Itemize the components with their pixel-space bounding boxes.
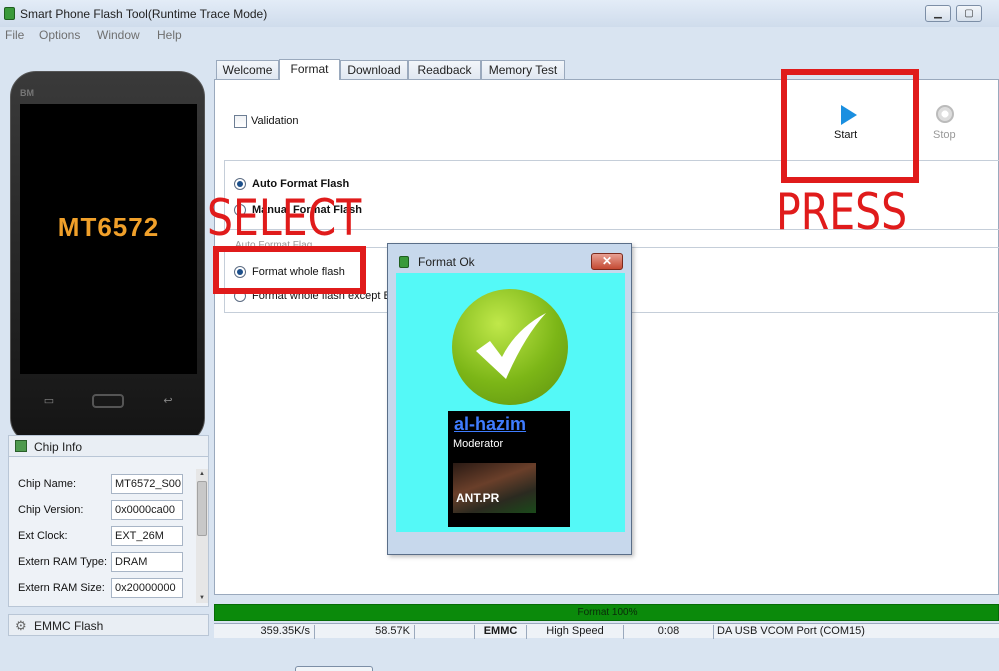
status-port: DA USB VCOM Port (COM15) (717, 625, 865, 637)
dialog-close-button[interactable]: ✕ (591, 253, 623, 270)
stop-label: Stop (933, 129, 956, 141)
ram-type-field[interactable]: DRAM (111, 552, 183, 572)
chip-version-label: Chip Version: (18, 504, 84, 516)
stop-button[interactable]: Stop (929, 102, 969, 142)
ram-size-field[interactable]: 0x20000000 (111, 578, 183, 598)
chip-info-scrollbar[interactable]: ▲ ▼ (196, 469, 208, 603)
emmc-flash-header[interactable]: ⚙ EMMC Flash (8, 614, 209, 636)
gear-icon: ⚙ (15, 618, 27, 633)
status-bar: 359.35K/s 58.57K EMMC High Speed 0:08 DA… (214, 623, 999, 639)
chip-icon (15, 440, 27, 452)
back-key-icon: ↩ (163, 395, 173, 407)
emmc-flash-title: EMMC Flash (34, 619, 104, 633)
chip-info-title: Chip Info (34, 440, 83, 454)
minimize-button[interactable]: ▁ (925, 5, 951, 22)
tab-memory-test[interactable]: Memory Test (481, 60, 565, 80)
taskbar-button[interactable] (295, 666, 373, 671)
window-title: Smart Phone Flash Tool(Runtime Trace Mod… (20, 7, 268, 21)
success-check-icon (452, 289, 568, 405)
progress-text: Format 100% (577, 607, 638, 618)
format-ok-dialog: Format Ok ✕ al-hazim Moderator ANT.PR (387, 243, 632, 555)
status-time: 0:08 (624, 625, 714, 639)
menu-bar: File Options Window Help (0, 27, 999, 45)
home-key-icon (92, 394, 124, 408)
progress-bar: Format 100% (214, 604, 999, 621)
tab-format[interactable]: Format (279, 59, 340, 80)
phone-screen: MT6572 (20, 104, 197, 374)
dialog-body: al-hazim Moderator ANT.PR (396, 273, 625, 532)
scroll-up-icon[interactable]: ▲ (196, 469, 208, 479)
chip-version-field[interactable]: 0x0000ca00 (111, 500, 183, 520)
scrollbar-thumb[interactable] (197, 481, 207, 536)
select-annotation: SELECT (207, 189, 362, 247)
dialog-title: Format Ok (418, 255, 475, 269)
app-icon (4, 7, 15, 20)
menu-window[interactable]: Window (97, 28, 140, 42)
status-size: 58.57K (315, 625, 415, 639)
ext-clock-label: Ext Clock: (18, 530, 68, 542)
select-highlight-box (213, 246, 366, 294)
maximize-button[interactable]: ▢ (956, 5, 982, 22)
chip-info-panel: Chip Name: MT6572_S00 Chip Version: 0x00… (8, 457, 209, 607)
ram-type-label: Extern RAM Type: (18, 556, 108, 568)
status-empty (415, 625, 475, 639)
stop-icon (936, 105, 954, 123)
signature-avatar-text: ANT.PR (456, 491, 500, 505)
chip-info-header[interactable]: Chip Info (8, 435, 209, 457)
press-annotation: PRESS (776, 183, 908, 241)
menu-key-icon: ▭ (43, 395, 55, 407)
checkmark-icon (476, 313, 546, 379)
validation-label: Validation (251, 115, 299, 127)
validation-checkbox[interactable] (234, 115, 247, 128)
status-usb-speed: High Speed (527, 625, 624, 639)
menu-options[interactable]: Options (39, 28, 80, 42)
signature-role: Moderator (453, 438, 504, 450)
title-bar: Smart Phone Flash Tool(Runtime Trace Mod… (0, 0, 999, 27)
forum-signature: al-hazim Moderator ANT.PR (448, 411, 570, 527)
menu-help[interactable]: Help (157, 28, 182, 42)
phone-model-label: MT6572 (57, 212, 160, 242)
chip-name-label: Chip Name: (18, 478, 77, 490)
chip-name-field[interactable]: MT6572_S00 (111, 474, 183, 494)
tab-download[interactable]: Download (340, 60, 408, 80)
ram-size-label: Extern RAM Size: (18, 582, 105, 594)
status-speed: 359.35K/s (214, 625, 315, 639)
tab-readback[interactable]: Readback (408, 60, 481, 80)
ext-clock-field[interactable]: EXT_26M (111, 526, 183, 546)
phone-illustration: BM MT6572 ▭ ↩ (10, 71, 205, 444)
signature-name: al-hazim (454, 414, 527, 434)
signature-avatar: ANT.PR (453, 463, 536, 513)
press-highlight-box (781, 69, 919, 183)
left-panel: BM MT6572 ▭ ↩ Chip Info Chip Name: MT657… (0, 46, 212, 640)
scroll-down-icon[interactable]: ▼ (196, 593, 208, 603)
tab-welcome[interactable]: Welcome (216, 60, 279, 80)
status-storage: EMMC (475, 625, 527, 639)
menu-file[interactable]: File (5, 28, 24, 42)
dialog-icon (399, 256, 409, 268)
phone-brand: BM (20, 88, 34, 98)
